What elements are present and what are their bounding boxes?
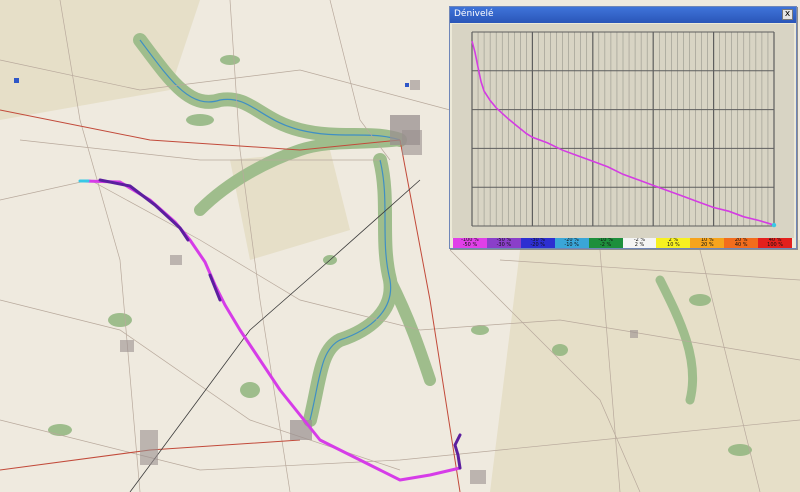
legend-item-bottom: -30 %	[496, 242, 512, 248]
legend-item: -10 % -2 %	[588, 238, 623, 248]
legend-item-bottom: 100 %	[767, 242, 784, 248]
legend-item: -30 % -20 %	[520, 238, 555, 248]
legend-item: -100 % -50 %	[453, 238, 487, 248]
close-button[interactable]: x	[782, 9, 793, 20]
legend-item-bottom: -20 %	[530, 242, 546, 248]
elevation-chart	[452, 24, 794, 238]
legend-item: 40 % 100 %	[758, 238, 793, 248]
window-title: Dénivelé	[454, 9, 494, 19]
legend-item: 2 % 10 %	[656, 238, 691, 248]
legend-item: -2 % 2 %	[622, 238, 657, 248]
legend-item: -20 % -10 %	[554, 238, 589, 248]
legend-item-bottom: -50 %	[462, 242, 478, 248]
legend-item-bottom: 40 %	[734, 242, 748, 248]
legend-item-bottom: -10 %	[564, 242, 579, 248]
legend-item-bottom: 2 %	[634, 242, 645, 248]
legend-item: -50 % -30 %	[486, 238, 521, 248]
window-titlebar[interactable]: Dénivelé x	[450, 7, 796, 23]
elevation-profile-window[interactable]: Dénivelé x -100 % -50 % -50 % -30 % -30 % -20…	[449, 6, 797, 249]
legend-item-bottom: 20 %	[700, 242, 714, 248]
legend-item-bottom: -2 %	[599, 242, 612, 248]
elevation-end-point	[771, 222, 777, 228]
legend-item: 10 % 20 %	[690, 238, 725, 248]
legend-item: 20 % 40 %	[724, 238, 759, 248]
slope-legend: -100 % -50 % -50 % -30 % -30 % -20 % -20 % -10 …	[453, 238, 793, 248]
legend-item-bottom: 10 %	[667, 242, 680, 248]
